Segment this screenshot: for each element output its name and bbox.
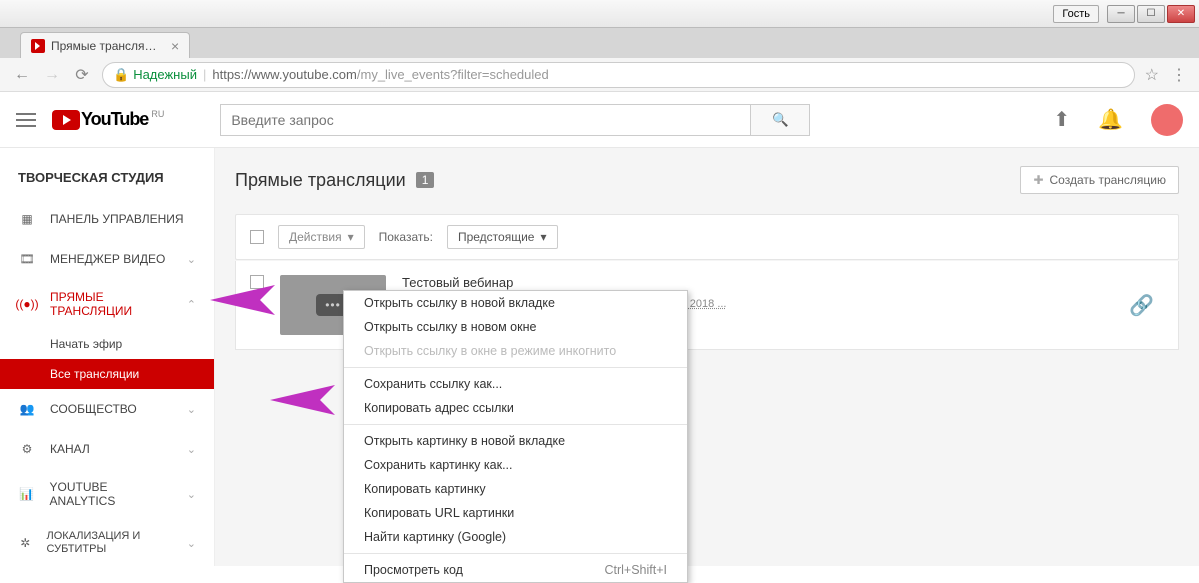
sidebar-item-video-manager[interactable]: 🎞 МЕНЕДЖЕР ВИДЕО ⌄ [0, 239, 214, 279]
window-titlebar: Гость ─ ☐ ✕ [0, 0, 1199, 28]
search-button[interactable]: 🔍 [750, 104, 810, 136]
sidebar-item-dashboard[interactable]: ▦ ПАНЕЛЬ УПРАВЛЕНИЯ [0, 199, 214, 239]
url-text: https://www.youtube.com/my_live_events?f… [212, 67, 548, 82]
chevron-down-icon: ⌄ [187, 488, 196, 501]
actions-dropdown[interactable]: Действия▾ [278, 225, 365, 249]
list-toolbar: Действия▾ Показать: Предстоящие▾ [235, 214, 1179, 260]
tab-title: Прямые трансляции - Y [51, 39, 161, 53]
analytics-icon: 📊 [18, 485, 36, 503]
user-avatar[interactable] [1151, 104, 1183, 136]
context-menu-item[interactable]: Копировать адрес ссылки [344, 396, 687, 420]
youtube-favicon-icon [31, 39, 45, 53]
context-menu-separator [344, 367, 687, 368]
chevron-down-icon: ⌄ [187, 253, 196, 266]
live-icon: ((●)) [18, 295, 36, 313]
sidebar-item-live-streaming[interactable]: ((●)) ПРЯМЫЕ ТРАНСЛЯЦИИ ⌃ [0, 279, 214, 329]
video-title[interactable]: Тестовый вебинар [402, 275, 1113, 290]
link-icon[interactable]: 🔗 [1129, 293, 1154, 318]
context-menu: Открыть ссылку в новой вкладкеОткрыть сс… [343, 290, 688, 583]
context-menu-item[interactable]: Копировать картинку [344, 477, 687, 501]
annotation-arrow-2 [265, 380, 345, 420]
context-menu-item[interactable]: Открыть ссылку в новом окне [344, 315, 687, 339]
sidebar-item-analytics[interactable]: 📊 YOUTUBE ANALYTICS ⌄ [0, 469, 214, 519]
context-menu-item[interactable]: Сохранить ссылку как... [344, 372, 687, 396]
search-icon: 🔍 [772, 112, 789, 128]
browser-tab-bar: Прямые трансляции - Y × [0, 28, 1199, 58]
upload-icon[interactable]: ⬆ [1053, 107, 1070, 132]
browser-tab[interactable]: Прямые трансляции - Y × [20, 32, 190, 58]
notifications-icon[interactable]: 🔔 [1098, 107, 1123, 132]
sidebar: ТВОРЧЕСКАЯ СТУДИЯ ▦ ПАНЕЛЬ УПРАВЛЕНИЯ 🎞 … [0, 148, 215, 566]
caret-down-icon: ▾ [540, 230, 546, 244]
dashboard-icon: ▦ [18, 210, 36, 228]
sidebar-item-community[interactable]: 👥 СООБЩЕСТВО ⌄ [0, 389, 214, 429]
context-menu-item[interactable]: Открыть ссылку в новой вкладке [344, 291, 687, 315]
lock-icon: 🔒 [113, 67, 129, 83]
sidebar-item-localization[interactable]: ✲ ЛОКАЛИЗАЦИЯ И СУБТИТРЫ ⌄ [0, 519, 214, 567]
chevron-up-icon: ⌃ [187, 298, 196, 311]
community-icon: 👥 [18, 400, 36, 418]
youtube-header: YouTube RU 🔍 ⬆ 🔔 [0, 92, 1199, 148]
address-bar: ← → ⟳ 🔒 Надежный | https://www.youtube.c… [0, 58, 1199, 92]
video-manager-icon: 🎞 [18, 250, 36, 268]
page-title: Прямые трансляции 1 [235, 170, 434, 191]
reload-button[interactable]: ⟳ [72, 65, 92, 85]
select-all-checkbox[interactable] [250, 230, 264, 244]
show-label: Показать: [379, 230, 433, 244]
back-button[interactable]: ← [12, 66, 32, 84]
context-menu-separator [344, 424, 687, 425]
context-menu-separator [344, 553, 687, 554]
sidebar-item-channel[interactable]: ⚙ КАНАЛ ⌄ [0, 429, 214, 469]
search-input[interactable] [220, 104, 750, 136]
hamburger-menu-icon[interactable] [16, 113, 36, 127]
count-badge: 1 [416, 172, 435, 188]
channel-icon: ⚙ [18, 440, 36, 458]
guest-label[interactable]: Гость [1053, 5, 1099, 23]
minimize-button[interactable]: ─ [1107, 5, 1135, 23]
bookmark-icon[interactable]: ☆ [1145, 65, 1159, 85]
context-menu-item[interactable]: Открыть картинку в новой вкладке [344, 429, 687, 453]
create-stream-button[interactable]: ✚ Создать трансляцию [1020, 166, 1179, 194]
url-input[interactable]: 🔒 Надежный | https://www.youtube.com/my_… [102, 62, 1135, 88]
window-close-button[interactable]: ✕ [1167, 5, 1195, 23]
context-menu-item: Открыть ссылку в окне в режиме инкогнито [344, 339, 687, 363]
sidebar-title: ТВОРЧЕСКАЯ СТУДИЯ [0, 160, 214, 199]
youtube-play-icon [52, 110, 80, 130]
annotation-arrow-1 [205, 280, 285, 320]
plus-icon: ✚ [1033, 173, 1043, 187]
translate-icon: ✲ [18, 534, 33, 552]
context-menu-item[interactable]: Сохранить картинку как... [344, 453, 687, 477]
maximize-button[interactable]: ☐ [1137, 5, 1165, 23]
chevron-down-icon: ⌄ [187, 403, 196, 416]
sidebar-sub-start-stream[interactable]: Начать эфир [0, 329, 214, 359]
context-menu-item[interactable]: Просмотреть кодCtrl+Shift+I [344, 558, 687, 582]
chevron-down-icon: ⌄ [187, 443, 196, 456]
context-menu-item[interactable]: Копировать URL картинки [344, 501, 687, 525]
chevron-down-icon: ⌄ [187, 537, 196, 550]
secure-indicator: 🔒 Надежный [113, 67, 197, 83]
browser-menu-icon[interactable]: ⋮ [1171, 65, 1187, 85]
caret-down-icon: ▾ [348, 230, 354, 244]
tab-close-icon[interactable]: × [171, 38, 179, 54]
filter-dropdown[interactable]: Предстоящие▾ [447, 225, 558, 249]
youtube-logo[interactable]: YouTube RU [52, 109, 164, 130]
context-menu-item[interactable]: Найти картинку (Google) [344, 525, 687, 549]
sidebar-sub-all-streams[interactable]: Все трансляции [0, 359, 214, 389]
forward-button[interactable]: → [42, 66, 62, 84]
